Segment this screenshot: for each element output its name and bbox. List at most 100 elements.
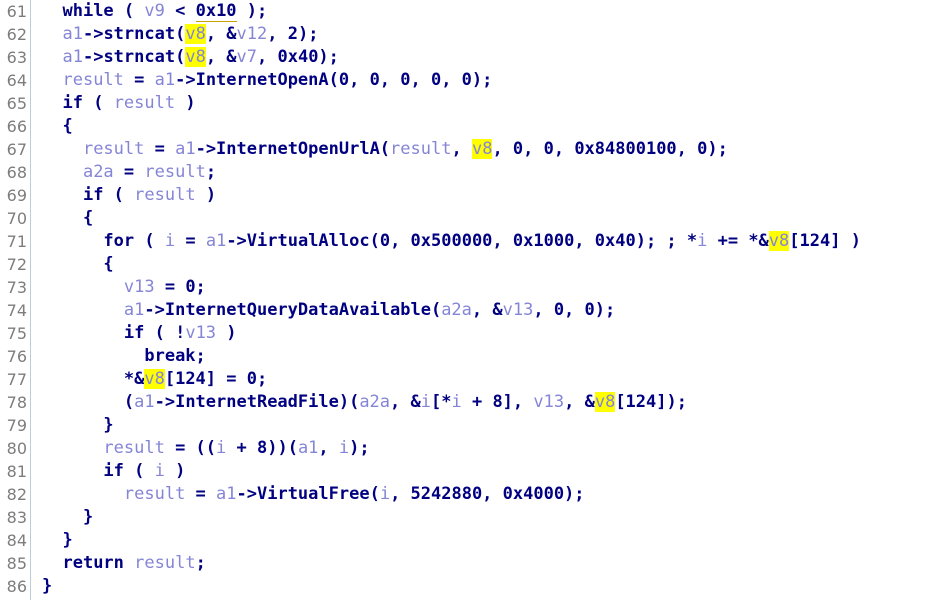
- code-token[interactable]: [42, 438, 103, 458]
- code-token[interactable]: {: [42, 254, 113, 274]
- code-token[interactable]: 0x10: [195, 1, 237, 22]
- code-token[interactable]: *&: [42, 369, 144, 389]
- code-token[interactable]: for: [103, 231, 134, 251]
- code-token[interactable]: ->InternetOpenA(0, 0, 0, 0, 0);: [175, 70, 492, 90]
- code-line[interactable]: 69 if ( result ): [0, 184, 926, 207]
- code-token[interactable]: ->strncat(: [83, 24, 185, 44]
- code-line[interactable]: 81 if ( i ): [0, 460, 926, 483]
- code-token[interactable]: [42, 47, 62, 67]
- code-line[interactable]: 76 break;: [0, 345, 926, 368]
- code-token[interactable]: (: [124, 461, 155, 481]
- code-token[interactable]: if: [83, 185, 103, 205]
- code-token[interactable]: (: [114, 1, 145, 21]
- code-token[interactable]: ,: [318, 438, 338, 458]
- code-token[interactable]: ): [165, 461, 185, 481]
- line-text[interactable]: for ( i = a1->VirtualAlloc(0, 0x500000, …: [42, 230, 861, 253]
- code-line[interactable]: 68 a2a = result;: [0, 161, 926, 184]
- code-line[interactable]: 64 result = a1->InternetOpenA(0, 0, 0, 0…: [0, 69, 926, 92]
- code-token[interactable]: , 5242880, 0x4000);: [390, 484, 584, 504]
- line-text[interactable]: v13 = 0;: [42, 276, 206, 299]
- code-token[interactable]: ->InternetReadFile)(: [155, 392, 360, 412]
- code-token[interactable]: [42, 323, 124, 343]
- code-token[interactable]: [42, 1, 62, 21]
- code-token[interactable]: += *&: [707, 231, 769, 251]
- code-token[interactable]: a2a: [83, 162, 114, 182]
- code-token[interactable]: ->InternetOpenUrlA(: [196, 139, 390, 159]
- code-token[interactable]: ): [175, 93, 195, 113]
- code-token[interactable]: , 2);: [267, 24, 318, 44]
- code-token[interactable]: ->InternetQueryDataAvailable(: [144, 300, 441, 320]
- code-token[interactable]: , 0, 0, 0x84800100, 0);: [492, 139, 727, 159]
- highlighted-token[interactable]: v8: [185, 47, 206, 67]
- code-token[interactable]: i: [216, 438, 226, 458]
- code-token[interactable]: (: [134, 231, 165, 251]
- code-token[interactable]: v9: [144, 1, 164, 21]
- line-text[interactable]: }: [42, 506, 93, 529]
- code-token[interactable]: , 0x40);: [257, 47, 339, 67]
- line-text[interactable]: if ( result ): [42, 184, 216, 207]
- code-token[interactable]: a1: [134, 392, 154, 412]
- code-token[interactable]: [42, 70, 62, 90]
- code-token[interactable]: <: [165, 1, 196, 21]
- code-token[interactable]: , &: [206, 24, 237, 44]
- highlighted-token[interactable]: v8: [594, 392, 616, 412]
- line-text[interactable]: result = a1->InternetOpenUrlA(result, v8…: [42, 138, 728, 161]
- code-token[interactable]: if: [124, 323, 144, 343]
- code-token[interactable]: if: [62, 93, 82, 113]
- code-token[interactable]: a1: [206, 231, 226, 251]
- code-token[interactable]: }: [42, 415, 113, 435]
- code-token[interactable]: ;: [196, 346, 206, 366]
- code-line[interactable]: 77 *&v8[124] = 0;: [0, 368, 926, 391]
- code-token[interactable]: result: [83, 139, 144, 159]
- code-token[interactable]: [124] = 0;: [165, 369, 267, 389]
- code-token[interactable]: a2a: [441, 300, 472, 320]
- code-token[interactable]: result: [114, 93, 175, 113]
- code-token[interactable]: =: [144, 139, 175, 159]
- code-token[interactable]: + 8],: [462, 392, 534, 412]
- code-token[interactable]: ->VirtualAlloc(0, 0x500000, 0x1000, 0x40…: [226, 231, 697, 251]
- code-token[interactable]: [*: [431, 392, 451, 412]
- code-token[interactable]: [42, 185, 83, 205]
- code-line[interactable]: 86}: [0, 575, 926, 598]
- code-token[interactable]: a1: [298, 438, 318, 458]
- code-token[interactable]: = 0;: [155, 277, 206, 297]
- code-token[interactable]: i: [697, 231, 707, 251]
- line-text[interactable]: a2a = result;: [42, 161, 216, 184]
- code-line[interactable]: 73 v13 = 0;: [0, 276, 926, 299]
- code-line[interactable]: 61 while ( v9 < 0x10 );: [0, 0, 926, 23]
- code-token[interactable]: [124] ): [789, 231, 861, 251]
- line-text[interactable]: *&v8[124] = 0;: [42, 368, 267, 391]
- line-text[interactable]: if ( result ): [42, 92, 195, 115]
- code-token[interactable]: [42, 139, 83, 159]
- code-token[interactable]: break: [144, 346, 195, 366]
- line-text[interactable]: a1->strncat(v8, &v7, 0x40);: [42, 46, 339, 69]
- code-token[interactable]: = ((: [165, 438, 216, 458]
- code-line[interactable]: 83 }: [0, 506, 926, 529]
- code-token[interactable]: [42, 162, 83, 182]
- code-token[interactable]: }: [42, 530, 72, 550]
- highlighted-token[interactable]: v8: [144, 369, 165, 389]
- code-token[interactable]: i: [451, 392, 461, 412]
- code-token[interactable]: result: [124, 484, 185, 504]
- code-token[interactable]: a1: [155, 70, 175, 90]
- code-line[interactable]: 85 return result;: [0, 552, 926, 575]
- code-token[interactable]: [124, 553, 134, 573]
- code-token[interactable]: ( !: [144, 323, 186, 343]
- line-text[interactable]: }: [42, 529, 72, 552]
- code-token[interactable]: i: [421, 392, 431, 412]
- code-token[interactable]: [124]);: [615, 392, 687, 412]
- code-token[interactable]: result: [134, 185, 195, 205]
- code-line[interactable]: 82 result = a1->VirtualFree(i, 5242880, …: [0, 483, 926, 506]
- code-token[interactable]: a1: [124, 300, 144, 320]
- code-line[interactable]: 70 {: [0, 207, 926, 230]
- code-token[interactable]: result: [390, 139, 451, 159]
- code-token[interactable]: [42, 93, 62, 113]
- code-token[interactable]: {: [42, 208, 93, 228]
- code-token[interactable]: if: [103, 461, 123, 481]
- code-token[interactable]: ): [216, 323, 236, 343]
- code-token[interactable]: v13: [185, 323, 216, 343]
- code-token[interactable]: v7: [237, 47, 257, 67]
- code-token[interactable]: i: [339, 438, 349, 458]
- code-token[interactable]: a1: [216, 484, 236, 504]
- code-token[interactable]: ->strncat(: [83, 47, 185, 67]
